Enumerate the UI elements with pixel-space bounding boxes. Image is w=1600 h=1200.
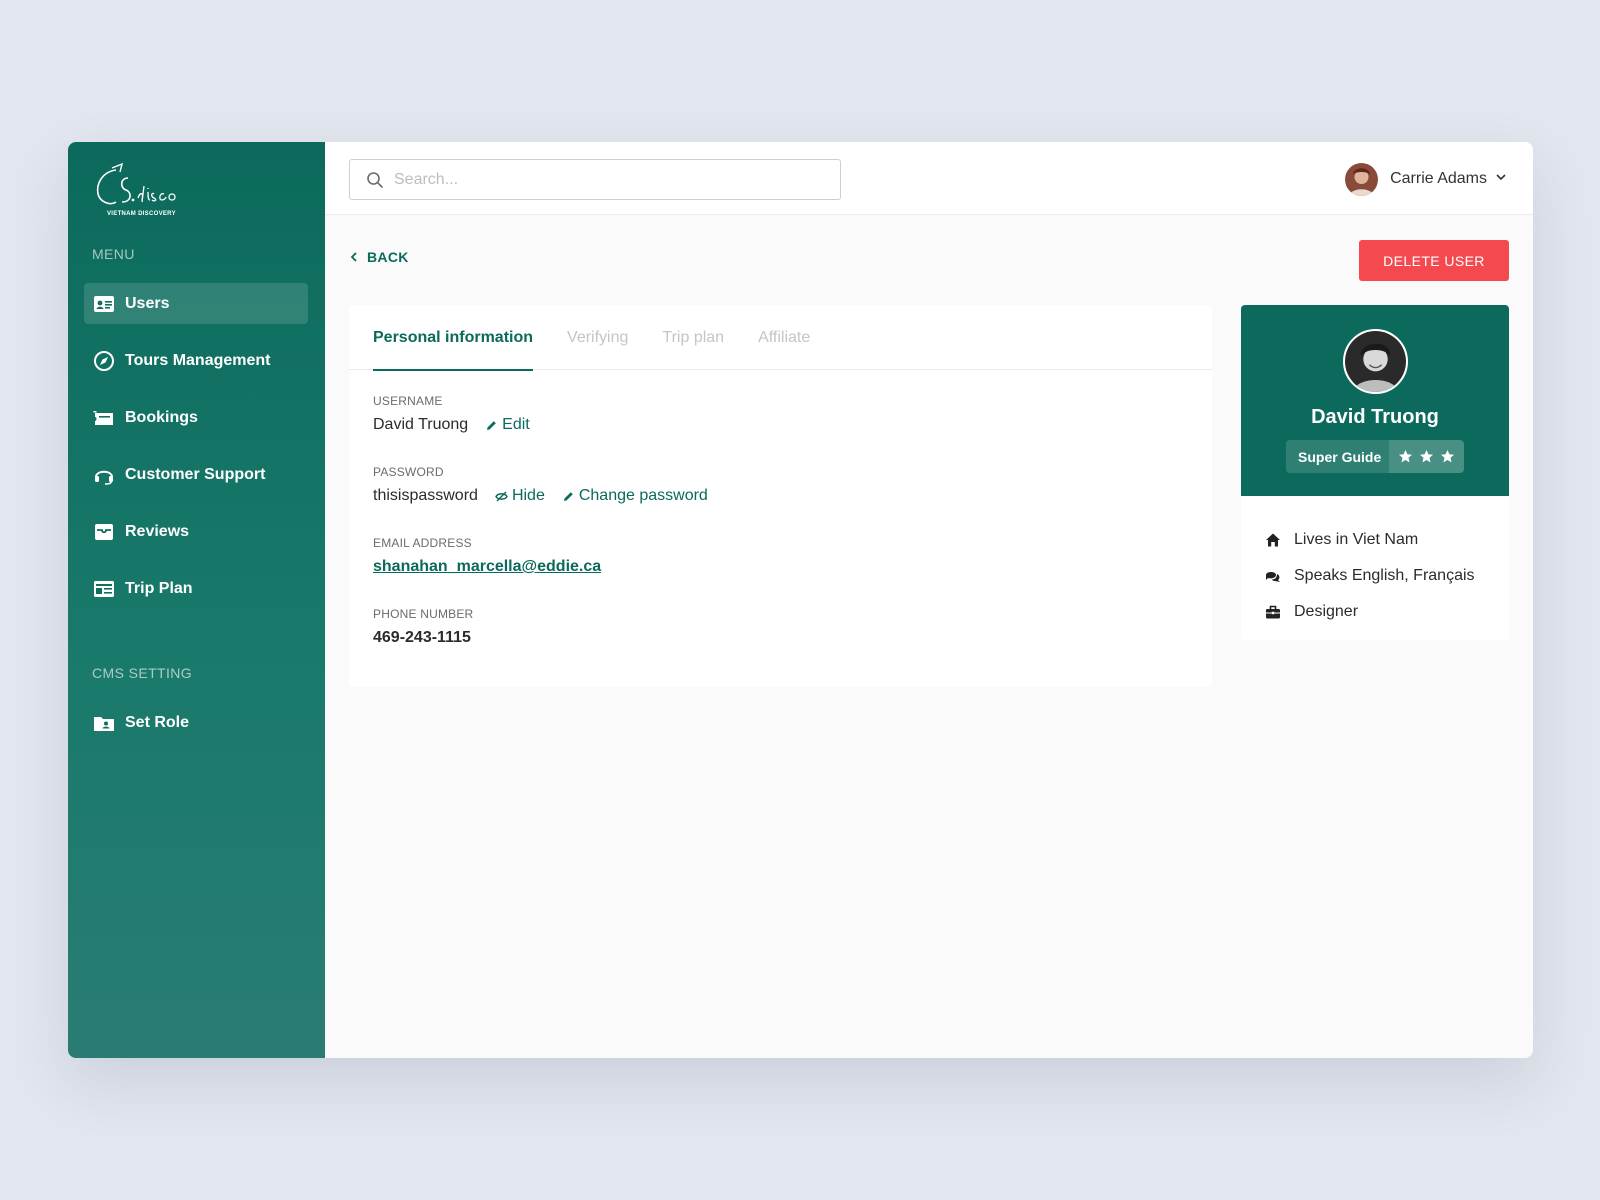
pencil-icon <box>563 491 573 501</box>
delete-user-button[interactable]: DELETE USER <box>1359 240 1509 281</box>
user-name: Carrie Adams <box>1390 170 1487 187</box>
profile-detail-languages: Speaks English, Français <box>1265 558 1509 594</box>
chevron-down-icon[interactable] <box>1495 170 1507 188</box>
password-field: PASSWORD thisispassword Hide Change pass… <box>373 465 725 505</box>
change-password-button[interactable]: Change password <box>562 487 708 505</box>
sidebar: VIETNAM DISCOVERY MENU Users Tours Manag… <box>68 142 325 1058</box>
sidebar-item-label: Trip Plan <box>125 579 193 597</box>
compass-icon <box>93 350 115 372</box>
profile-card: David Truong Super Guide Lives in Viet N… <box>1241 305 1509 640</box>
sidebar-item-reviews[interactable]: Reviews <box>84 511 308 552</box>
field-label: USERNAME <box>373 394 443 408</box>
sidebar-item-label: Tours Management <box>125 351 271 369</box>
guide-badge: Super Guide <box>1286 440 1464 473</box>
menu-section-label: MENU <box>92 246 135 262</box>
cms-section-label: CMS SETTING <box>92 665 193 681</box>
profile-detail-residence: Lives in Viet Nam <box>1265 522 1509 558</box>
avatar <box>1343 329 1408 394</box>
profile-detail-occupation: Designer <box>1265 594 1509 630</box>
hide-password-button[interactable]: Hide <box>495 487 545 505</box>
star-icon <box>1399 450 1412 463</box>
password-value: thisispassword <box>373 487 478 504</box>
sidebar-item-label: Customer Support <box>125 465 266 483</box>
edit-label: Edit <box>502 416 530 433</box>
username-field: USERNAME David Truong Edit <box>373 394 547 434</box>
top-bar: Carrie Adams <box>325 142 1533 215</box>
profile-name: David Truong <box>1311 406 1439 428</box>
profile-header: David Truong Super Guide <box>1241 305 1509 496</box>
sidebar-item-label: Set Role <box>125 713 190 731</box>
sidebar-item-customer-support[interactable]: Customer Support <box>84 454 308 495</box>
pencil-icon <box>487 420 496 430</box>
newspaper-icon <box>93 578 115 600</box>
chevron-left-icon <box>350 252 357 262</box>
headset-icon <box>93 464 115 486</box>
id-card-icon <box>93 293 115 315</box>
field-label: EMAIL ADDRESS <box>373 536 472 550</box>
user-menu[interactable]: Carrie Adams <box>1345 162 1507 196</box>
field-label: PASSWORD <box>373 465 444 479</box>
back-link[interactable]: BACK <box>349 249 409 265</box>
tab-trip-plan[interactable]: Trip plan <box>662 305 724 370</box>
badge-label: Super Guide <box>1298 448 1382 465</box>
app-window: VIETNAM DISCOVERY MENU Users Tours Manag… <box>68 142 1533 1058</box>
search-icon <box>367 171 383 188</box>
username-value: David Truong <box>373 416 469 433</box>
chat-icon <box>1266 572 1280 582</box>
tab-personal-information[interactable]: Personal information <box>373 305 534 371</box>
avatar[interactable] <box>1345 162 1379 196</box>
email-field: EMAIL ADDRESS shanahan_marcella@eddie.ca <box>373 536 601 576</box>
phone-value: 469-243-1115 <box>373 629 471 646</box>
change-password-label: Change password <box>578 487 708 504</box>
profile-details: Lives in Viet Nam Speaks English, França… <box>1241 496 1509 630</box>
briefcase-icon <box>1266 605 1280 619</box>
sidebar-item-label: Users <box>125 294 170 312</box>
search-input[interactable] <box>394 170 814 189</box>
field-label: PHONE NUMBER <box>373 607 474 621</box>
detail-text: Designer <box>1294 603 1359 620</box>
star-icon <box>1420 450 1433 463</box>
email-link[interactable]: shanahan_marcella@eddie.ca <box>373 558 601 576</box>
back-label: BACK <box>367 249 409 265</box>
detail-text: Lives in Viet Nam <box>1294 531 1419 548</box>
logo-subtitle: VIETNAM DISCOVERY <box>107 211 176 217</box>
main-content: Carrie Adams BACK DELETE USER Personal i… <box>325 142 1533 1058</box>
sidebar-item-users[interactable]: Users <box>84 283 308 324</box>
star-icon <box>1441 450 1454 463</box>
sidebar-item-bookings[interactable]: Bookings <box>84 397 308 438</box>
sidebar-item-trip-plan[interactable]: Trip Plan <box>84 568 308 609</box>
sidebar-item-tours-management[interactable]: Tours Management <box>84 340 308 381</box>
edit-username-button[interactable]: Edit <box>485 416 530 434</box>
hide-label: Hide <box>511 487 545 504</box>
search-box[interactable] <box>349 159 841 200</box>
phone-field: PHONE NUMBER 469-243-1115 <box>373 607 488 647</box>
inbox-icon <box>93 521 115 543</box>
tab-affiliate[interactable]: Affiliate <box>758 305 810 370</box>
tab-verifying[interactable]: Verifying <box>567 305 628 370</box>
ticket-icon <box>93 407 115 429</box>
sidebar-item-label: Bookings <box>125 408 198 426</box>
rating-stars <box>1389 440 1464 473</box>
folder-user-icon <box>93 712 115 734</box>
home-icon <box>1266 533 1280 547</box>
eye-slash-icon <box>495 491 508 501</box>
detail-text: Speaks English, Français <box>1294 567 1475 584</box>
user-details-card: Personal information Verifying Trip plan… <box>349 305 1212 687</box>
tab-bar: Personal information Verifying Trip plan… <box>349 305 1212 371</box>
sidebar-item-label: Reviews <box>125 522 190 540</box>
sidebar-item-set-role[interactable]: Set Role <box>84 702 308 743</box>
